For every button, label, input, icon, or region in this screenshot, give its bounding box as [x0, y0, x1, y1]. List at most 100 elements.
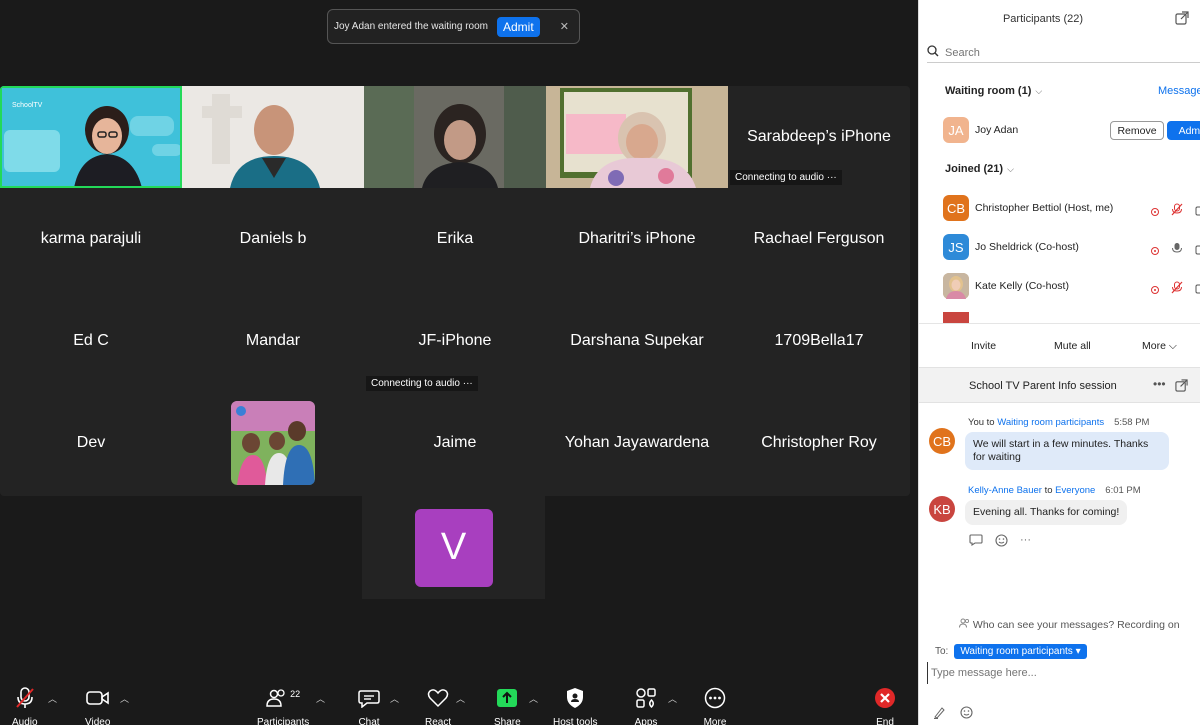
recording-icon: [1151, 208, 1159, 216]
video-tile[interactable]: karma parajuli: [0, 188, 182, 290]
video-tile[interactable]: Darshana Supekar: [546, 290, 728, 392]
participant-row[interactable]: CB Christopher Bettiol (Host, me): [943, 195, 1113, 221]
participant-name: Darshana Supekar: [570, 332, 704, 349]
more-dots-icon[interactable]: ···: [1020, 534, 1031, 550]
invite-button[interactable]: Invite: [965, 337, 1002, 355]
chevron-up-icon[interactable]: ︿: [390, 692, 399, 705]
reply-icon[interactable]: [969, 534, 983, 550]
message-meta: Kelly-Anne Bauer to Everyone 6:01 PM: [968, 485, 1141, 496]
video-tile-man[interactable]: [182, 86, 364, 188]
host-tools-button[interactable]: Host tools: [553, 686, 597, 725]
participant-row[interactable]: Kate Kelly (Co-host): [943, 273, 1069, 299]
video-button[interactable]: Video: [85, 686, 110, 725]
video-tile-v[interactable]: V: [362, 496, 545, 599]
search-input[interactable]: [945, 46, 1145, 59]
video-tile[interactable]: Daniels b: [182, 188, 364, 290]
joined-header[interactable]: Joined (21) ⌵: [945, 163, 1014, 175]
chevron-up-icon[interactable]: ︿: [316, 692, 325, 705]
mute-all-button[interactable]: Mute all: [1048, 337, 1097, 355]
caret-down-icon: ▾: [1075, 646, 1081, 657]
chevron-down-icon: ⌵: [1168, 340, 1177, 352]
react-button[interactable]: React: [425, 686, 451, 725]
participant-name: Yohan Jayawardena: [564, 434, 710, 451]
share-label: Share: [494, 717, 521, 725]
audio-button[interactable]: Audio: [12, 686, 38, 725]
video-tile[interactable]: Christopher Roy: [728, 392, 910, 494]
muted-mic-icon[interactable]: [1171, 203, 1183, 221]
video-tile[interactable]: Sarabdeep’s iPhone Connecting to audio ·…: [728, 86, 910, 188]
video-tile-photo[interactable]: [182, 392, 364, 494]
recipient-dropdown[interactable]: Waiting room participants ▾: [954, 644, 1087, 659]
video-off-icon[interactable]: [1195, 203, 1200, 221]
mic-icon[interactable]: [1171, 242, 1183, 260]
participants-button[interactable]: 22 Participants: [257, 686, 309, 725]
participants-label: Participants: [257, 717, 310, 725]
video-tile[interactable]: Rachael Ferguson: [728, 188, 910, 290]
participant-name: Jaime: [433, 434, 477, 451]
video-tile-blurred-woman[interactable]: [364, 86, 546, 188]
more-label: More: [703, 717, 727, 725]
video-tile-schooltv[interactable]: SchoolTV: [0, 86, 182, 188]
chevron-up-icon[interactable]: ︿: [529, 692, 538, 705]
popout-icon[interactable]: [1175, 11, 1189, 30]
notification-admit-button[interactable]: Admit: [496, 16, 540, 37]
chevron-up-icon[interactable]: ︿: [120, 692, 129, 705]
message-waiting-room-link[interactable]: Message: [1158, 85, 1200, 97]
admit-button[interactable]: Admit: [1167, 121, 1200, 140]
emoji-icon[interactable]: [960, 706, 973, 722]
video-tile[interactable]: Mandar: [182, 290, 364, 392]
video-tile-classroom[interactable]: [546, 86, 728, 188]
format-text-icon[interactable]: [933, 706, 946, 722]
participant-name: Dev: [76, 434, 106, 451]
chat-title: School TV Parent Info session: [969, 380, 1117, 392]
video-tile[interactable]: JF-iPhone Connecting to audio ···: [364, 290, 546, 392]
chat-message: We will start in a few minutes. Thanks f…: [965, 432, 1169, 470]
video-tile[interactable]: Erika: [364, 188, 546, 290]
video-off-icon[interactable]: [1195, 281, 1200, 299]
chevron-down-icon: ⌵: [1035, 86, 1043, 96]
notification-message: Joy Adan entered the waiting room: [334, 21, 488, 32]
chat-message: Evening all. Thanks for coming!: [965, 500, 1128, 525]
video-camera-icon: [85, 686, 110, 710]
connecting-audio-status: Connecting to audio ···: [366, 376, 478, 391]
video-tile[interactable]: Ed C: [0, 290, 182, 392]
video-tile[interactable]: Jaime: [364, 392, 546, 494]
share-button[interactable]: Share: [494, 686, 521, 725]
more-dots-icon[interactable]: •••: [1153, 377, 1166, 391]
chat-button[interactable]: Chat: [357, 686, 381, 725]
chevron-up-icon[interactable]: ︿: [48, 692, 57, 705]
waiting-room-header[interactable]: Waiting room (1) ⌵: [945, 85, 1042, 97]
apps-icon: [634, 686, 658, 710]
message-input[interactable]: [927, 662, 1197, 684]
video-gallery: SchoolTV Sarabdeep’s iPhone Connecting t…: [0, 86, 910, 496]
participant-row-partial[interactable]: [943, 312, 969, 323]
close-icon[interactable]: ✕: [560, 20, 569, 33]
video-tile[interactable]: Dharitri’s iPhone: [546, 188, 728, 290]
video-tile[interactable]: Dev: [0, 392, 182, 494]
recipient-link[interactable]: Waiting room participants: [997, 417, 1104, 428]
participant-row[interactable]: JS Jo Sheldrick (Co-host): [943, 234, 1079, 260]
participant-name: Ed C: [73, 332, 109, 349]
participant-name: Kate Kelly (Co-host): [975, 280, 1069, 292]
chevron-up-icon[interactable]: ︿: [668, 692, 677, 705]
participant-name: Sarabdeep’s iPhone: [747, 128, 891, 145]
chevron-up-icon[interactable]: ︿: [456, 692, 465, 705]
classroom-video-feed: [546, 86, 728, 188]
popout-icon[interactable]: [1175, 379, 1188, 397]
apps-button[interactable]: Apps: [634, 686, 658, 725]
video-tile[interactable]: Yohan Jayawardena: [546, 392, 728, 494]
muted-mic-icon[interactable]: [1171, 281, 1183, 299]
video-tile[interactable]: 1709Bella17: [728, 290, 910, 392]
more-options-button[interactable]: More ⌵: [1136, 337, 1183, 356]
video-off-icon[interactable]: [1195, 242, 1200, 260]
more-button[interactable]: More: [703, 686, 727, 725]
participant-search[interactable]: [927, 43, 1200, 63]
who-can-see-info[interactable]: Who can see your messages? Recording on: [959, 618, 1180, 631]
recipient-link[interactable]: Everyone: [1055, 485, 1095, 496]
remove-button[interactable]: Remove: [1110, 121, 1164, 140]
participant-name: Dharitri’s iPhone: [578, 230, 696, 247]
avatar: [943, 312, 969, 323]
apps-label: Apps: [634, 717, 658, 725]
end-button[interactable]: End: [873, 686, 897, 725]
emoji-react-icon[interactable]: [995, 534, 1008, 550]
